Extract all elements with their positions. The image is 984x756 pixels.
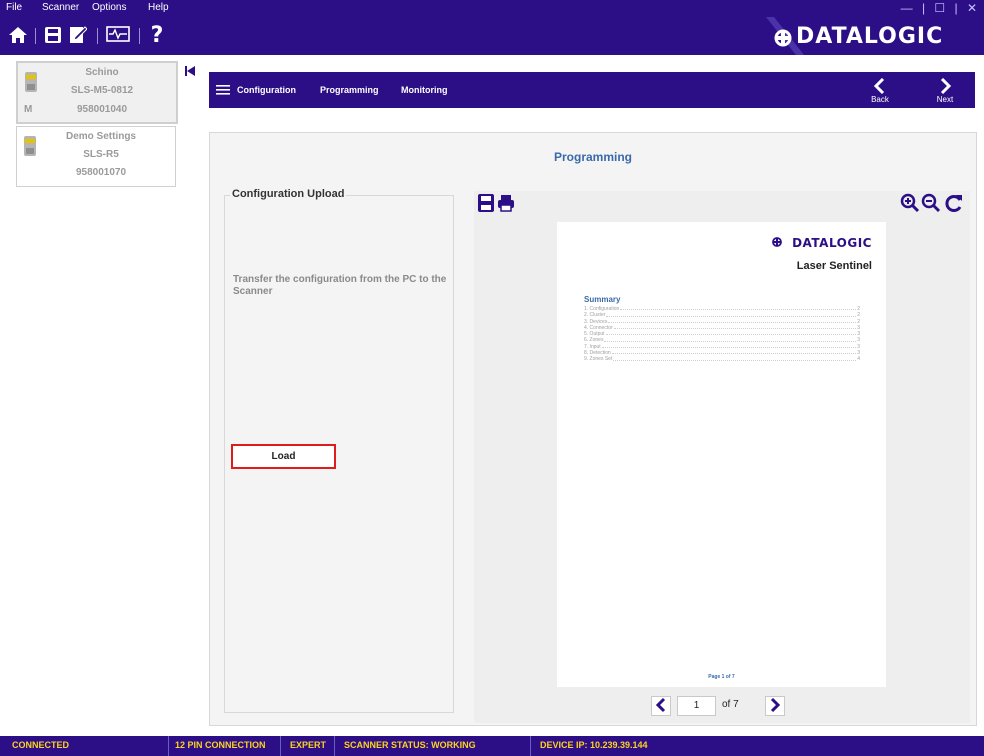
device-card[interactable]: Demo Settings SLS-R5 958001070 [16,126,176,187]
menu-scanner[interactable]: Scanner [42,2,79,13]
status-divider [168,736,169,756]
menu-bar: File Scanner Options Help — | ☐ | ✕ [0,0,984,17]
scanner-device-icon [25,72,37,92]
status-mode: EXPERT [290,740,327,750]
status-pin-connection: 12 PIN CONNECTION [175,740,266,750]
status-scanner: SCANNER STATUS: WORKING [344,740,476,750]
print-icon[interactable] [497,193,515,213]
help-icon[interactable]: ? [146,23,168,48]
pdf-pager: 1 of 7 [474,695,970,717]
status-divider [530,736,531,756]
brand-logo: DATALOGIC [752,17,984,55]
status-connected: CONNECTED [12,740,70,750]
collapse-column [178,55,202,736]
nav-programming[interactable]: Programming [320,85,379,95]
pdf-summary-title: Summary [584,295,621,304]
toc-row: 9. Zones Set 4 [584,356,860,362]
nav-monitoring[interactable]: Monitoring [401,85,448,95]
main-content: Configuration Programming Monitoring Bac… [202,55,984,736]
status-device-ip: DEVICE IP: 10.239.39.144 [540,740,648,750]
upload-legend: Configuration Upload [230,188,347,200]
device-name: Schino [85,67,119,78]
chevron-left-icon [873,78,885,94]
page-number-input[interactable]: 1 [677,696,716,716]
device-name: Demo Settings [65,131,136,142]
nav-configuration[interactable]: Configuration [237,85,296,95]
menu-help[interactable]: Help [148,2,169,13]
prev-page-button[interactable] [651,696,671,716]
toc-title: 9. Zones Set [584,356,613,363]
menu-options[interactable]: Options [92,2,126,13]
collapse-sidebar-icon[interactable] [184,65,196,77]
pdf-page-footer: Page 1 of 7 [708,674,735,680]
configuration-upload-group: Configuration Upload Transfer the config… [224,188,454,713]
chevron-right-icon [770,697,781,713]
next-label: Next [936,95,954,104]
zoom-in-icon[interactable] [900,193,920,213]
zoom-out-icon[interactable] [921,193,941,213]
upload-description: Transfer the configuration from the PC t… [233,274,447,297]
device-sidebar: Schino SLS-M5-0812 M 958001040 Demo Sett… [0,55,179,736]
toolbar-divider [139,28,140,44]
menu-file[interactable]: File [6,2,22,13]
pdf-toc: 1. Configuration 2 2. Cluster 2 3. Devices… [584,306,860,363]
chevron-left-icon [655,697,666,713]
status-bar: CONNECTED 12 PIN CONNECTION EXPERT SCANN… [0,736,984,756]
toc-page: 4 [857,356,860,363]
back-label: Back [871,95,889,104]
section-navbar: Configuration Programming Monitoring Bac… [209,72,975,108]
save-icon[interactable] [42,23,64,47]
status-divider [280,736,281,756]
save-pdf-icon[interactable] [477,193,495,213]
window-controls[interactable]: — | ☐ | ✕ [901,1,980,15]
toolbar-divider [97,28,98,44]
chevron-right-icon [940,78,952,94]
scanner-device-icon [24,136,36,156]
device-role-badge: M [24,104,33,115]
datalogic-mark-icon [774,29,792,47]
pdf-logo: DATALOGIC [792,236,872,250]
panel-title: Programming [553,150,632,164]
brand-logo-text: DATALOGIC [796,24,944,49]
next-page-button[interactable] [765,696,785,716]
device-serial: 958001040 [76,104,128,115]
next-button[interactable]: Next [930,76,960,106]
programming-panel: Programming Configuration Upload Transfe… [209,132,977,726]
device-card-selected[interactable]: Schino SLS-M5-0812 M 958001040 [16,61,178,124]
edit-document-icon[interactable] [67,23,89,47]
load-button[interactable]: Load [231,444,336,469]
toolbar: ? DATALOGIC [0,17,984,55]
datalogic-mark-icon [772,237,782,247]
pdf-subtitle: Laser Sentinel [796,260,872,272]
home-icon[interactable] [7,23,29,47]
page-total: of 7 [722,699,739,710]
monitor-icon[interactable] [104,23,132,47]
hamburger-menu-icon[interactable] [216,84,230,96]
refresh-icon[interactable] [944,193,962,213]
device-serial: 958001070 [75,167,127,178]
pdf-page: DATALOGIC Laser Sentinel Summary 1. Conf… [557,222,886,687]
device-model: SLS-R5 [83,149,119,160]
back-button[interactable]: Back [865,76,895,106]
pdf-viewer: DATALOGIC Laser Sentinel Summary 1. Conf… [474,191,970,723]
toolbar-divider [35,28,36,44]
status-divider [334,736,335,756]
device-model: SLS-M5-0812 [70,85,134,96]
